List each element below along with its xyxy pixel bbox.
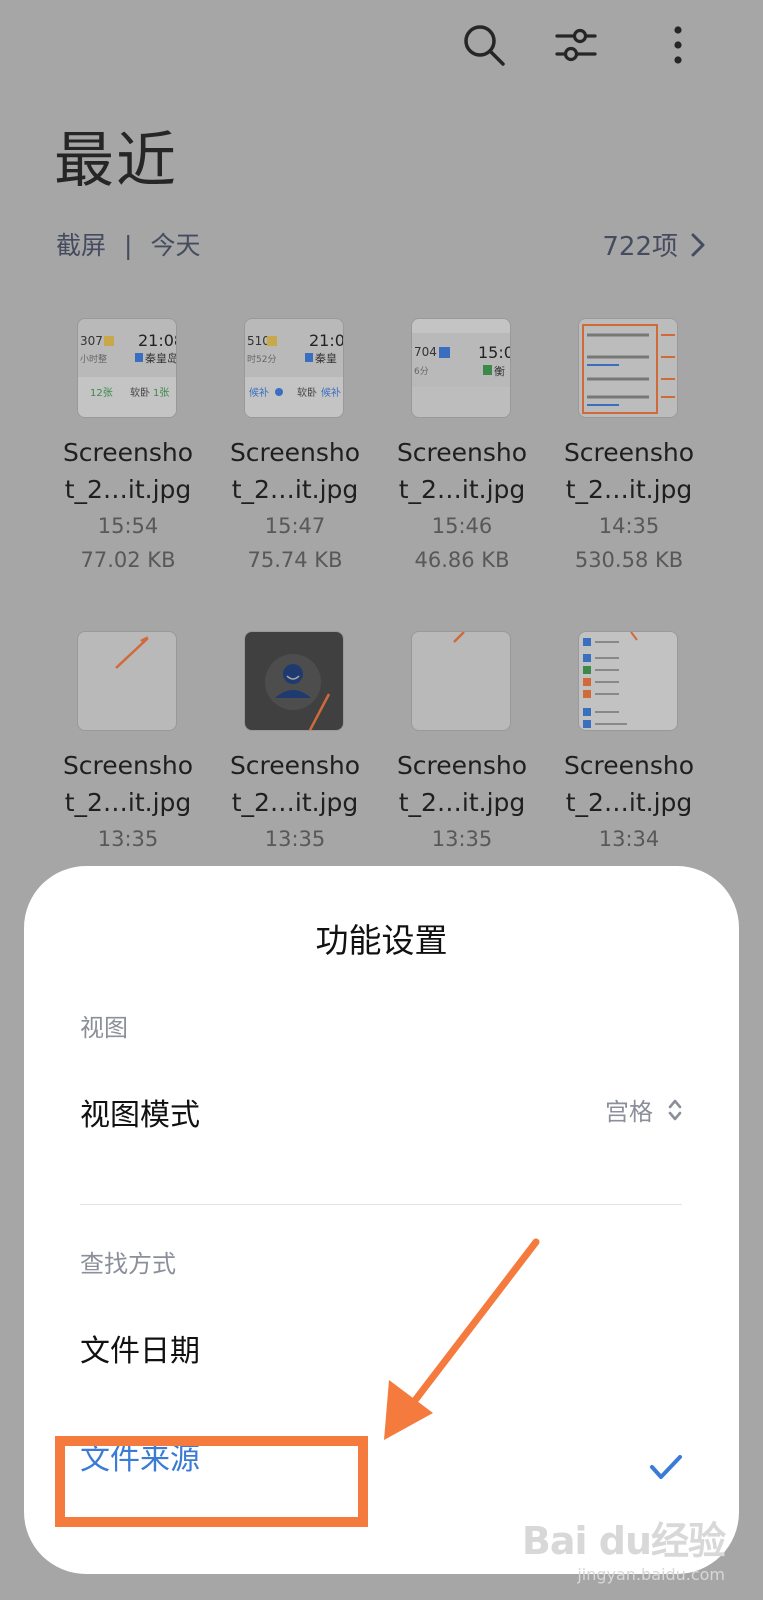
file-time: 13:34 [598,827,660,851]
thumb-text: 12张 [90,387,113,399]
file-name: Screensho t_2…it.jpg [544,747,714,821]
file-time: 15:54 [97,514,159,538]
thumb-text: 软卧 [130,386,150,399]
annotation-highlight-box [55,1436,368,1527]
thumb-text: 6分 [414,366,429,377]
thumb-text: 软卧 [297,386,317,399]
view-mode-value: 宫格 [605,1098,653,1126]
divider [80,1204,682,1205]
file-time: 15:46 [431,514,493,538]
group-label-find: 查找方式 [80,1250,176,1278]
file-name-line: Screensho [396,751,528,780]
section-date: 今天 [150,231,201,260]
sheet-title: 功能设置 [315,921,448,960]
chevron-right-icon [691,233,705,256]
view-mode-selector[interactable]: 宫格 [605,1092,683,1127]
watermark: Bai du经验 jingyan.baidu.com [521,1510,726,1584]
section-label-group: 截屏 | 今天 [56,226,200,262]
file-thumbnail: 510 21:0 时52分 秦皇 候补 软卧 候补 [244,318,344,418]
file-thumbnail [244,631,344,731]
file-name-line: t_2…it.jpg [398,475,526,504]
file-thumbnail [77,631,177,731]
file-name: Screensho t_2…it.jpg [43,434,213,508]
file-name-line: Screensho [396,438,528,467]
file-name-line: Screensho [229,751,361,780]
file-time: 15:47 [264,514,326,538]
file-size: 77.02 KB [80,548,176,572]
file-name-line: t_2…it.jpg [231,788,359,817]
file-name: Screensho t_2…it.jpg [377,747,547,821]
view-mode-label: 视图模式 [80,1098,200,1133]
thumb-text: 21:0 [309,331,344,350]
search-icon[interactable] [461,22,507,68]
file-name-line: t_2…it.jpg [64,788,192,817]
file-time: 13:35 [264,827,326,851]
file-name: Screensho t_2…it.jpg [210,747,380,821]
file-name: Screensho t_2…it.jpg [544,434,714,508]
watermark-logo: Bai du经验 [521,1519,726,1563]
thumb-text: 候补 [321,386,341,399]
file-size: 75.74 KB [247,548,343,572]
thumb-text: 15:0 [478,343,511,362]
file-name-line: Screensho [563,751,695,780]
thumb-text: 510 [247,334,270,348]
chevron-up-down-icon [668,1099,682,1120]
file-name-line: t_2…it.jpg [565,475,693,504]
file-time: 13:35 [431,827,493,851]
more-icon[interactable] [655,22,701,68]
top-bar [0,0,763,90]
thumb-text: 307 [80,334,103,348]
thumb-text: 秦皇 [315,351,337,365]
section-category[interactable]: 截屏 [56,231,106,260]
page-title: 最近 [54,126,178,196]
file-time: 13:35 [97,827,159,851]
file-name-line: Screensho [563,438,695,467]
file-size: 46.86 KB [414,548,510,572]
thumb-text: 衡 [494,365,505,378]
item-count: 722项 [602,232,678,262]
file-name-line: Screensho [62,438,194,467]
file-thumbnail: 704 15:0 6分 衡 [411,318,511,418]
watermark-url: jingyan.baidu.com [577,1565,725,1584]
see-all-link[interactable]: 722项 [602,226,706,263]
file-thumbnail [578,631,678,731]
file-thumbnail [411,631,511,731]
file-name: Screensho t_2…it.jpg [210,434,380,508]
thumb-text: 小时整 [80,353,107,365]
checkmark-icon [650,1455,682,1479]
file-name-line: t_2…it.jpg [398,788,526,817]
thumb-text: 21:08 [138,331,177,350]
thumb-text: 时52分 [247,353,276,365]
thumb-text: 704 [414,345,437,359]
file-name-line: Screensho [62,751,194,780]
file-name-line: Screensho [229,438,361,467]
file-thumbnail: 307 21:08 小时整 秦皇岛 12张 软卧 1张 [77,318,177,418]
thumb-text: 1张 [153,387,169,399]
group-label-view: 视图 [80,1014,128,1042]
file-size: 530.58 KB [574,548,684,572]
file-name-line: t_2…it.jpg [64,475,192,504]
section-separator: | [124,231,133,260]
file-time: 14:35 [598,514,660,538]
thumb-text: 秦皇岛 [145,351,177,365]
section-header: 截屏 | 今天 722项 [56,226,706,266]
file-name: Screensho t_2…it.jpg [43,747,213,821]
file-name: Screensho t_2…it.jpg [377,434,547,508]
file-name-line: t_2…it.jpg [231,475,359,504]
thumb-text: 候补 [249,386,269,399]
file-name-line: t_2…it.jpg [565,788,693,817]
option-file-date[interactable]: 文件日期 [80,1326,200,1370]
filter-icon[interactable] [553,22,599,68]
file-thumbnail [578,318,678,418]
